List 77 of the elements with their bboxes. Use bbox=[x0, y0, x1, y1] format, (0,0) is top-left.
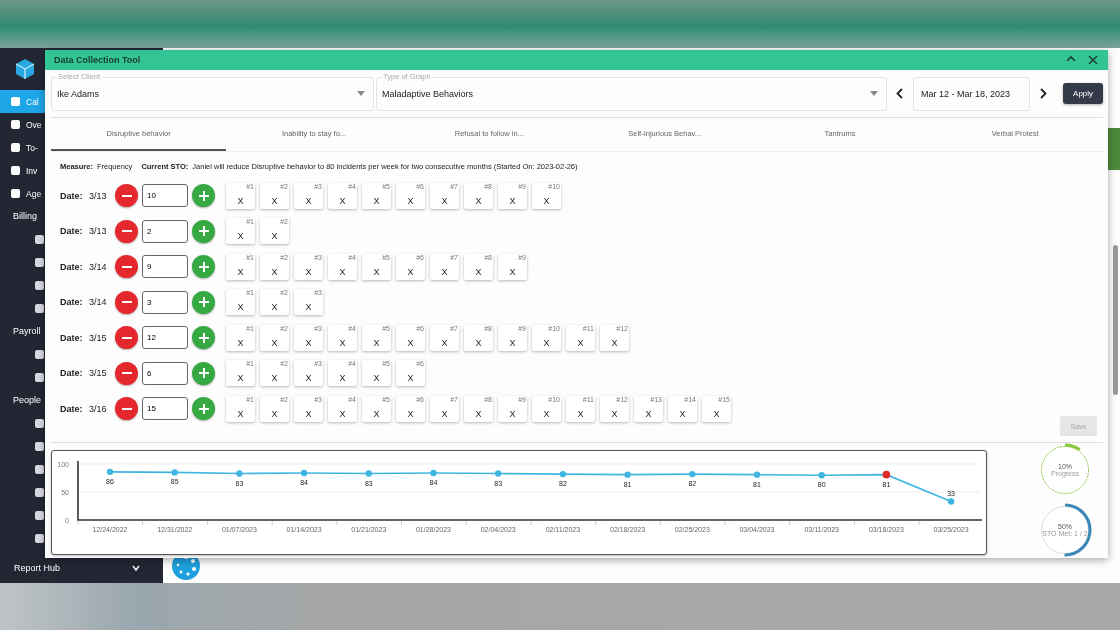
tally-mark: X bbox=[543, 408, 550, 421]
tally-mark: X bbox=[237, 266, 244, 279]
tally-mark: X bbox=[237, 231, 244, 244]
tally-mark: X bbox=[339, 337, 346, 350]
tally-mark: X bbox=[679, 408, 686, 421]
tally-mark: X bbox=[577, 408, 584, 421]
date-label: Date: bbox=[60, 403, 84, 414]
tally-mark: X bbox=[407, 195, 414, 208]
window-title: Data Collection Tool bbox=[54, 55, 141, 65]
tally-mark: X bbox=[373, 408, 380, 421]
tally-mark: X bbox=[305, 408, 312, 421]
section-label: Billing bbox=[13, 210, 37, 223]
date-label: Date: bbox=[60, 332, 84, 343]
tally-mark: X bbox=[271, 195, 278, 208]
tally-mark: X bbox=[407, 266, 414, 279]
tally-mark: X bbox=[543, 337, 550, 350]
tally-mark: X bbox=[305, 373, 312, 386]
tally-mark: X bbox=[475, 195, 482, 208]
tally-mark: X bbox=[271, 231, 278, 244]
tally-mark: X bbox=[475, 266, 482, 279]
section-label: Payroll bbox=[13, 325, 41, 338]
tally-mark: X bbox=[441, 195, 448, 208]
date-value: 3/15 bbox=[89, 368, 108, 379]
date-label: Date: bbox=[60, 297, 84, 308]
tally-mark: X bbox=[543, 195, 550, 208]
tally-mark: X bbox=[237, 373, 244, 386]
tally-mark: X bbox=[407, 373, 414, 386]
section-label: People bbox=[13, 394, 42, 407]
tally-mark: X bbox=[339, 195, 346, 208]
tally-mark: X bbox=[339, 373, 346, 386]
tally-mark: X bbox=[271, 266, 278, 279]
tally-mark: X bbox=[373, 266, 380, 279]
date-label: Date: bbox=[60, 261, 84, 272]
tally-mark: X bbox=[577, 337, 584, 350]
tally-mark: X bbox=[475, 408, 482, 421]
tally-mark: X bbox=[271, 408, 278, 421]
field-value: Ike Adams bbox=[57, 88, 101, 99]
tally-mark: X bbox=[305, 302, 312, 315]
date-label: Date: bbox=[60, 226, 84, 237]
tally-mark: X bbox=[305, 266, 312, 279]
tally-mark: X bbox=[441, 337, 448, 350]
tally-mark: X bbox=[475, 337, 482, 350]
tally-mark: X bbox=[509, 195, 516, 208]
tally-mark: X bbox=[237, 408, 244, 421]
tally-mark: X bbox=[271, 337, 278, 350]
tally-mark: X bbox=[441, 408, 448, 421]
tally-mark: X bbox=[373, 373, 380, 386]
tally-mark: X bbox=[441, 266, 448, 279]
tally-mark: X bbox=[237, 302, 244, 315]
date-value: 3/14 bbox=[89, 297, 108, 308]
date-value: 3/13 bbox=[89, 190, 108, 201]
tally-mark: X bbox=[305, 337, 312, 350]
tally-mark: X bbox=[339, 408, 346, 421]
tally-mark: X bbox=[645, 408, 652, 421]
tally-mark: X bbox=[713, 408, 720, 421]
tally-mark: X bbox=[611, 337, 618, 350]
date-label: Date: bbox=[60, 190, 84, 201]
tally-mark: X bbox=[373, 337, 380, 350]
tally-mark: X bbox=[509, 408, 516, 421]
tally-mark: X bbox=[339, 266, 346, 279]
tally-mark: X bbox=[237, 337, 244, 350]
tally-mark: X bbox=[509, 266, 516, 279]
date-value: 3/13 bbox=[89, 226, 108, 237]
field-value: Maladaptive Behaviors bbox=[382, 88, 475, 99]
tally-mark: X bbox=[271, 373, 278, 386]
date-value: 3/15 bbox=[89, 332, 108, 343]
date-value: 3/16 bbox=[89, 403, 108, 414]
tally-mark: X bbox=[611, 408, 618, 421]
date-value: 3/14 bbox=[89, 261, 108, 272]
tally-mark: X bbox=[509, 337, 516, 350]
tally-mark: X bbox=[407, 337, 414, 350]
tally-mark: X bbox=[373, 195, 380, 208]
tally-mark: X bbox=[237, 195, 244, 208]
tally-mark: X bbox=[305, 195, 312, 208]
tally-mark: X bbox=[271, 302, 278, 315]
tally-mark: X bbox=[407, 408, 414, 421]
date-label: Date: bbox=[60, 368, 84, 379]
